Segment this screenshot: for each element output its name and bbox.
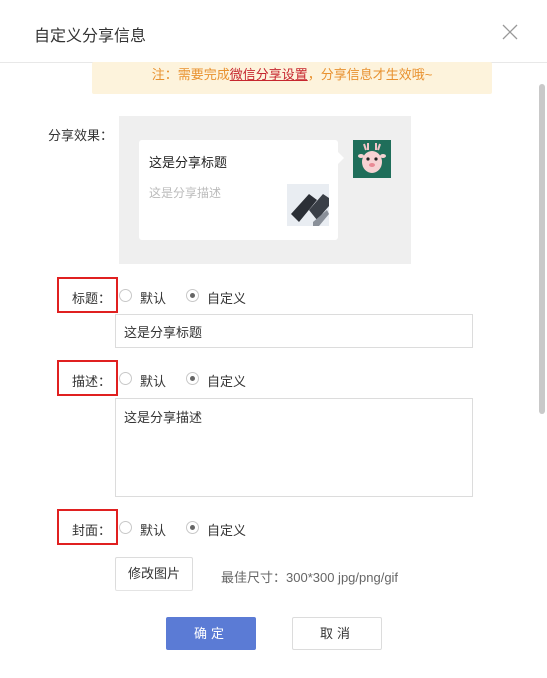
dialog-title: 自定义分享信息 [34,28,147,45]
cover-default-radio[interactable] [119,521,132,534]
cartoon-deer-avatar-icon [353,140,391,178]
cover-default-option[interactable]: 默认 [140,520,166,539]
confirm-button[interactable]: 确定 [166,617,256,650]
cover-custom-radio[interactable] [186,521,199,534]
notice-prefix: 注：需要完成 [151,67,230,82]
scroll-fade [0,586,537,604]
laptop-photo-thumbnail [287,184,329,226]
description-textarea[interactable]: 这是分享描述 [115,398,473,497]
title-label: 标题： [72,291,112,306]
share-card: 这是分享标题 这是分享描述 [139,140,344,240]
title-custom-option[interactable]: 自定义 [207,288,246,307]
size-hint: 最佳尺寸：300*300 jpg/png/gif [221,570,399,585]
desc-custom-option[interactable]: 自定义 [207,371,246,390]
notice-banner: 注：需要完成微信分享设置，分享信息才生效哦~ [92,62,492,94]
cover-custom-option[interactable]: 自定义 [207,520,246,539]
title-default-radio[interactable] [119,289,132,302]
desc-label: 描述： [72,374,112,389]
scrollbar-thumb[interactable] [539,84,545,414]
title-input[interactable] [115,314,473,348]
card-description: 这是分享描述 [149,186,222,200]
card-title: 这是分享标题 [149,155,228,170]
desc-default-option[interactable]: 默认 [140,371,166,390]
share-settings-dialog: 自定义分享信息 注：需要完成微信分享设置，分享信息才生效哦~ 分享效果： 这是分… [0,0,547,678]
desc-default-radio[interactable] [119,372,132,385]
cancel-button[interactable]: 取消 [292,617,382,650]
title-custom-radio[interactable] [186,289,199,302]
title-default-option[interactable]: 默认 [140,288,166,307]
dialog-header: 自定义分享信息 [0,0,547,63]
wechat-share-settings-link[interactable]: 微信分享设置 [230,67,308,82]
close-icon[interactable] [500,22,520,42]
notice-suffix: ，分享信息才生效哦~ [307,67,433,82]
cover-label: 封面： [72,523,112,538]
preview-label: 分享效果： [48,128,114,143]
desc-custom-radio[interactable] [186,372,199,385]
